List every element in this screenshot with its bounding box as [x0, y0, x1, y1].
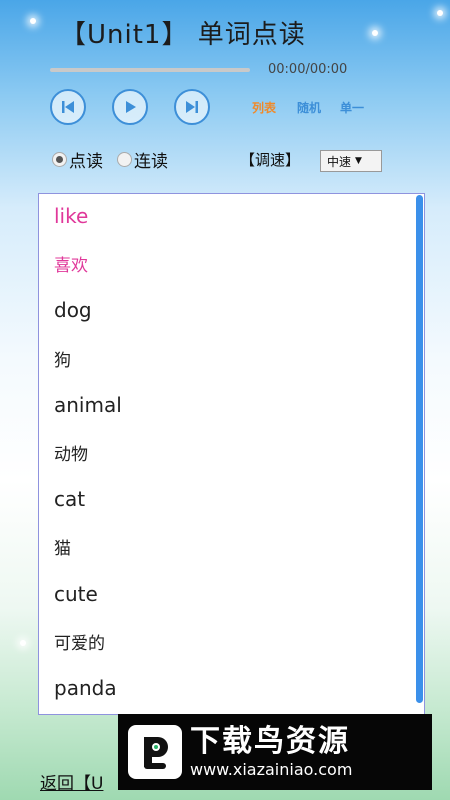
next-button[interactable] — [174, 89, 210, 125]
skip-next-icon — [186, 101, 198, 113]
sparkle-decoration — [372, 30, 378, 36]
sparkle-decoration — [20, 640, 26, 646]
watermark-url: www.xiazainiao.com — [190, 760, 353, 779]
mode-random-link[interactable]: 随机 — [297, 99, 321, 116]
word-item[interactable]: 猫 — [54, 534, 71, 559]
word-item[interactable]: cute — [54, 582, 98, 606]
read-single-option[interactable]: 点读 — [52, 147, 103, 172]
scrollbar[interactable] — [416, 195, 423, 703]
time-display: 00:00/00:00 — [268, 62, 348, 77]
mode-single-link[interactable]: 单一 — [340, 99, 364, 116]
dropdown-arrow-icon: ▼ — [355, 156, 362, 166]
read-continuous-option[interactable]: 连读 — [117, 147, 168, 172]
speed-select[interactable]: 中速 ▼ — [320, 150, 382, 172]
word-item[interactable]: dog — [54, 298, 92, 322]
read-continuous-label: 连读 — [134, 152, 168, 172]
word-item[interactable]: animal — [54, 393, 122, 417]
speed-select-value: 中速 — [327, 154, 352, 169]
sparkle-decoration — [437, 10, 443, 16]
page-title: 【Unit1】 单词点读 — [60, 20, 306, 50]
read-single-radio[interactable] — [52, 152, 67, 167]
word-item[interactable]: 可爱的 — [54, 629, 105, 654]
read-mode-group: 点读 连读 — [52, 147, 182, 172]
back-link[interactable]: 返回【U — [40, 769, 103, 794]
read-single-label: 点读 — [69, 152, 103, 172]
word-list[interactable]: like喜欢dog狗animal动物cat猫cute可爱的panda熊猫 — [38, 193, 425, 715]
sparkle-decoration — [30, 18, 36, 24]
read-continuous-radio[interactable] — [117, 152, 132, 167]
bird-logo-icon — [128, 725, 182, 779]
play-button[interactable] — [112, 89, 148, 125]
watermark-title: 下载鸟资源 — [190, 724, 350, 759]
play-icon — [126, 101, 136, 113]
word-item[interactable]: 喜欢 — [54, 251, 88, 276]
word-item[interactable]: like — [54, 204, 88, 228]
radio-selected-dot — [56, 156, 63, 163]
word-item[interactable]: panda — [54, 676, 117, 700]
word-item[interactable]: cat — [54, 487, 85, 511]
mode-list-link[interactable]: 列表 — [252, 99, 276, 116]
progress-slider[interactable] — [50, 68, 250, 72]
skip-previous-icon — [62, 101, 74, 113]
watermark-banner: 下载鸟资源 www.xiazainiao.com — [118, 714, 432, 790]
word-item[interactable]: 动物 — [54, 440, 88, 465]
word-item[interactable]: 狗 — [54, 346, 71, 371]
speed-label: 【调速】 — [240, 151, 301, 169]
previous-button[interactable] — [50, 89, 86, 125]
